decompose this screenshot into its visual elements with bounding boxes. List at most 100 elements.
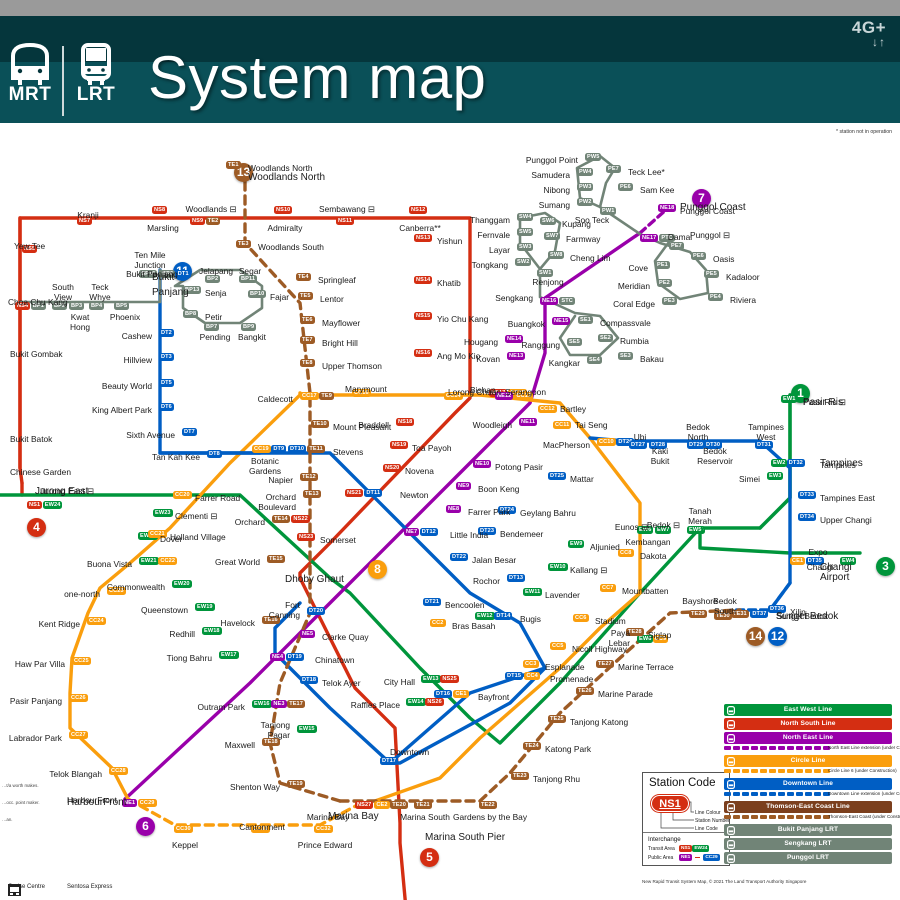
station-label[interactable]: Bras Basah xyxy=(452,621,495,631)
station-code-chip[interactable]: TE29 xyxy=(689,610,707,618)
terminus-label[interactable]: Airport xyxy=(820,572,849,582)
station-label[interactable]: Promenade xyxy=(550,674,593,684)
station-code-chip[interactable]: NE18 xyxy=(658,204,677,212)
station-code-chip[interactable]: SW1 xyxy=(537,269,554,277)
station-label[interactable]: Punggol Point xyxy=(526,155,578,165)
station-label[interactable]: Whye xyxy=(89,292,110,302)
terminus-label[interactable]: Bukit xyxy=(152,272,174,282)
station-code-chip[interactable]: EW24 xyxy=(42,501,63,509)
station-label[interactable]: Pasir Panjang xyxy=(10,696,62,706)
station-label[interactable]: North xyxy=(688,432,708,442)
station-code-chip[interactable]: CE1 xyxy=(453,690,469,698)
station-label[interactable]: Marymount xyxy=(345,384,387,394)
station-label[interactable]: Woodlands South xyxy=(258,242,324,252)
station-code-chip[interactable]: CC3 xyxy=(523,660,539,668)
station-code-chip[interactable]: DT16 xyxy=(434,690,453,698)
station-label[interactable]: Downtown xyxy=(390,747,429,757)
station-code-chip[interactable]: DT37 xyxy=(750,610,769,618)
station-code-chip[interactable]: EW13 xyxy=(421,675,441,683)
station-label[interactable]: Haw Par Villa xyxy=(15,659,65,669)
station-code-chip[interactable]: NE8 xyxy=(446,505,462,513)
station-code-chip[interactable]: NE3 xyxy=(271,700,287,708)
station-code-chip[interactable]: BP8 xyxy=(183,310,199,318)
station-label[interactable]: Esplanade xyxy=(545,662,585,672)
station-label[interactable]: Bedok xyxy=(713,596,737,606)
station-code-chip[interactable]: SW3 xyxy=(517,243,534,251)
station-code-chip[interactable]: DT6 xyxy=(159,403,174,411)
station-label[interactable]: Gardens xyxy=(249,466,281,476)
station-label[interactable]: Oasis xyxy=(713,254,734,264)
station-label[interactable]: Farrer Park xyxy=(468,507,510,517)
station-code-chip[interactable]: EW12 xyxy=(475,612,495,620)
station-code-chip[interactable]: CC4 xyxy=(524,672,540,680)
station-code-chip[interactable]: SE1 xyxy=(578,316,593,324)
station-code-chip[interactable]: DT9 xyxy=(271,445,287,453)
station-label[interactable]: Kent Ridge xyxy=(39,619,80,629)
station-label[interactable]: Lentor xyxy=(320,294,344,304)
station-label[interactable]: Bedok ⊟ xyxy=(647,520,680,530)
station-code-chip[interactable]: TE6 xyxy=(300,316,315,324)
station-code-chip[interactable]: PE6 xyxy=(618,183,633,191)
station-code-chip[interactable]: NE4 xyxy=(270,653,286,661)
station-code-chip[interactable]: EW3 xyxy=(767,472,784,480)
station-label[interactable]: Telok Blangah xyxy=(49,769,102,779)
station-label[interactable]: Thanggam xyxy=(470,215,510,225)
station-label[interactable]: Canning xyxy=(269,610,300,620)
station-label[interactable]: MacPherson xyxy=(543,440,590,450)
station-label[interactable]: Ang Mo Kio xyxy=(437,351,480,361)
station-code-chip[interactable]: DT21 xyxy=(423,598,442,606)
station-label[interactable]: Lorong Chuan xyxy=(448,387,501,397)
station-code-chip[interactable]: SE4 xyxy=(587,356,602,364)
station-label[interactable]: Fernvale xyxy=(477,230,510,240)
legend-line-pill[interactable]: Circle Line xyxy=(724,755,892,767)
station-code-chip[interactable]: EW18 xyxy=(202,627,222,635)
station-label[interactable]: Phoenix xyxy=(110,312,140,322)
station-code-chip[interactable]: CC24 xyxy=(87,617,106,625)
station-code-chip[interactable]: EW15 xyxy=(297,725,317,733)
station-label[interactable]: Boon Keng xyxy=(478,484,519,494)
station-label[interactable]: Chinatown xyxy=(315,655,355,665)
legend-line-row[interactable]: Circle Line Circle Line 6 (under Construc… xyxy=(724,755,897,776)
station-label[interactable]: Upper Changi xyxy=(820,515,872,525)
station-label[interactable]: Teck xyxy=(91,282,108,292)
station-label[interactable]: Chinese Garden xyxy=(10,467,71,477)
station-code-chip[interactable]: PE4 xyxy=(708,293,723,301)
station-label[interactable]: Bartley xyxy=(560,404,586,414)
station-label[interactable]: Sengkang xyxy=(495,293,533,303)
station-code-chip[interactable]: EW21 xyxy=(139,557,159,565)
station-label[interactable]: Marsling xyxy=(147,223,179,233)
station-code-chip[interactable]: DT25 xyxy=(548,472,567,480)
station-code-chip[interactable]: CC6 xyxy=(573,614,589,622)
station-label[interactable]: Tanjong xyxy=(261,720,290,730)
station-code-chip[interactable]: CE2 xyxy=(374,801,390,809)
station-label[interactable]: Orchard xyxy=(266,492,296,502)
station-label[interactable]: Segar xyxy=(239,266,261,276)
station-label[interactable]: Bukit xyxy=(651,456,670,466)
station-label[interactable]: Jelapang xyxy=(199,266,233,276)
station-code-chip[interactable]: NE10 xyxy=(473,460,492,468)
station-code-chip[interactable]: BP7 xyxy=(204,323,220,331)
station-label[interactable]: Kupang xyxy=(562,219,591,229)
station-code-chip[interactable]: DT17 xyxy=(380,757,399,765)
terminus-label[interactable]: Tampines xyxy=(820,458,863,468)
station-code-chip[interactable]: NS9 xyxy=(190,217,206,225)
station-code-chip[interactable]: PE5 xyxy=(704,270,719,278)
legend-line-row[interactable]: Bukit Panjang LRT xyxy=(724,824,892,836)
station-label[interactable]: Redhill xyxy=(169,629,195,639)
station-label[interactable]: Stevens xyxy=(333,447,363,457)
station-code-chip[interactable]: NS1 xyxy=(27,501,43,509)
station-code-chip[interactable]: TE24 xyxy=(523,742,541,750)
station-label[interactable]: Petir xyxy=(205,312,222,322)
station-code-chip[interactable]: NS23 xyxy=(297,533,316,541)
station-code-chip[interactable]: EW17 xyxy=(219,651,239,659)
station-code-chip[interactable]: DT3 xyxy=(159,353,174,361)
legend-line-row[interactable]: North East Line North East Line extension… xyxy=(724,732,900,753)
station-label[interactable]: Kovan xyxy=(476,354,500,364)
station-label[interactable]: Bakau xyxy=(640,354,664,364)
station-label[interactable]: Bendemeer xyxy=(500,529,543,539)
legend-line-row[interactable]: Sengkang LRT xyxy=(724,838,892,850)
station-label[interactable]: Rumbia xyxy=(620,336,649,346)
station-code-chip[interactable]: SW4 xyxy=(517,213,534,221)
station-code-chip[interactable]: NS11 xyxy=(336,217,355,225)
station-label[interactable]: Gardens by the Bay xyxy=(453,812,527,822)
